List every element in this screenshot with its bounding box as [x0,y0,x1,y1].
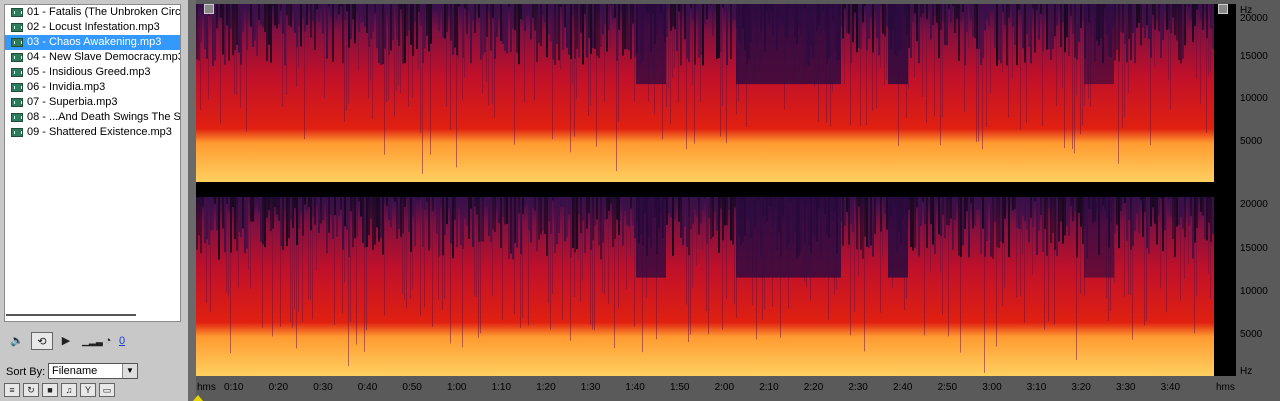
loop-button[interactable]: ⟲ [31,332,53,350]
time-tick: 2:00 [714,382,735,393]
freq-unit-bottom: Hz [1240,366,1253,377]
time-unit-end: hms [1216,382,1235,393]
file-list-item[interactable]: 08 - ...And Death Swings The Sc [5,110,180,125]
audio-file-icon [11,98,23,107]
audio-file-icon [11,38,23,47]
time-tick: 0:50 [402,382,422,393]
sort-value: Filename [52,365,98,377]
file-list-item[interactable]: 04 - New Slave Democracy.mp3 [5,50,180,65]
spectrogram-channel-right[interactable] [196,197,1236,376]
time-tick: 3:40 [1160,382,1181,393]
zoom-corner-right-icon[interactable] [1218,4,1228,14]
transport-bar: 🔈 ⟲ ▶ ▁▂▃ ◔ 0 [4,328,181,354]
freq-tick: 15000 [1240,51,1268,62]
audio-file-icon [11,68,23,77]
bottom-toolbar: ≡ ↻ ■ ♫ Y ▭ [4,383,118,399]
time-tick: 2:30 [848,382,868,393]
file-name: 07 - Superbia.mp3 [27,96,118,108]
audio-file-icon [11,83,23,92]
spectrogram-image [196,4,1236,182]
freq-tick: 20000 [1240,199,1268,210]
chevron-down-icon[interactable]: ▼ [122,364,137,378]
time-tick: 0:10 [224,382,244,393]
speaker-icon[interactable]: 🔈 [8,332,26,350]
refresh-icon[interactable]: ↻ [23,383,39,397]
freq-tick: 5000 [1240,136,1263,147]
file-name: 04 - New Slave Democracy.mp3 [27,51,181,63]
time-axis: hms 0:10 0:20 0:30 0:40 0:50 1:00 1:10 1:20 1:30… [193,378,1236,401]
file-name: 05 - Insidious Greed.mp3 [27,66,151,78]
music-icon[interactable]: ♫ [61,383,77,397]
time-tick: 1:00 [447,382,467,393]
time-tick: 1:50 [670,382,690,393]
audio-file-icon [11,53,23,62]
audio-file-icon [11,23,23,32]
spectrogram-image [196,197,1236,376]
freq-tick: 10000 [1240,286,1268,297]
file-name: 06 - Invidia.mp3 [27,81,106,93]
file-list-item[interactable]: 09 - Shattered Existence.mp3 [5,125,180,140]
file-list-item[interactable]: 03 - Chaos Awakening.mp3 [5,35,180,50]
stop-icon[interactable]: ■ [42,383,58,397]
freq-tick: 5000 [1240,329,1263,340]
time-tick: 3:10 [1026,382,1047,393]
list-icon[interactable]: ≡ [4,383,20,397]
frequency-axis: Hz 20000 15000 10000 5000 20000 15000 10… [1236,0,1280,380]
time-tick: 0:20 [268,382,289,393]
audio-file-icon [11,128,23,137]
playhead-marker[interactable] [193,395,203,401]
file-name: 01 - Fatalis (The Unbroken Circle [27,6,181,18]
time-tick: 3:30 [1116,382,1136,393]
time-tick: 2:10 [759,382,779,393]
file-list-item[interactable]: 02 - Locust Infestation.mp3 [5,20,180,35]
file-list-item[interactable]: 06 - Invidia.mp3 [5,80,180,95]
file-name: 09 - Shattered Existence.mp3 [27,126,172,138]
volume-bars-icon: ▁▂▃ [82,336,103,346]
time-tick: 1:10 [491,382,512,393]
file-name: 08 - ...And Death Swings The Sc [27,111,181,123]
time-tick: 2:40 [893,382,913,393]
time-tick: 1:30 [580,382,601,393]
freq-tick: 15000 [1240,243,1268,254]
file-list-item[interactable]: 07 - Superbia.mp3 [5,95,180,110]
list-scrollbar[interactable] [6,314,136,316]
time-tick: 3:00 [982,382,1002,393]
file-name: 03 - Chaos Awakening.mp3 [27,36,162,48]
audio-file-icon [11,113,23,122]
volume-value[interactable]: 0 [117,332,127,350]
file-list-item[interactable]: 05 - Insidious Greed.mp3 [5,65,180,80]
time-tick: 2:20 [803,382,824,393]
filter-icon[interactable]: Y [80,383,96,397]
file-list-item[interactable]: 01 - Fatalis (The Unbroken Circle [5,5,180,20]
volume-knob-icon[interactable]: ◔ [100,332,116,350]
time-tick: 0:30 [313,382,333,393]
audio-file-icon [11,8,23,17]
spectrogram-channel-left[interactable] [196,4,1236,182]
time-unit-start: hms [197,382,216,393]
freq-tick: 10000 [1240,93,1268,104]
play-button[interactable]: ▶ [60,332,72,350]
spectrogram-view[interactable] [196,4,1236,376]
time-tick: 1:20 [536,382,556,393]
time-tick: 2:50 [937,382,958,393]
time-tick: 0:40 [357,382,378,393]
time-tick: 1:40 [625,382,645,393]
sort-select[interactable]: Filename ▼ [48,363,138,379]
file-list[interactable]: 01 - Fatalis (The Unbroken Circle 02 - Lo… [4,4,181,322]
file-panel: 01 - Fatalis (The Unbroken Circle 02 - Lo… [0,0,188,401]
time-tick: 3:20 [1071,382,1091,393]
freq-tick: 20000 [1240,13,1268,24]
zoom-corner-left-icon[interactable] [204,4,214,14]
sort-label: Sort By: [6,366,46,378]
panel-splitter[interactable] [188,0,196,401]
file-name: 02 - Locust Infestation.mp3 [27,21,160,33]
folder-icon[interactable]: ▭ [99,383,115,397]
